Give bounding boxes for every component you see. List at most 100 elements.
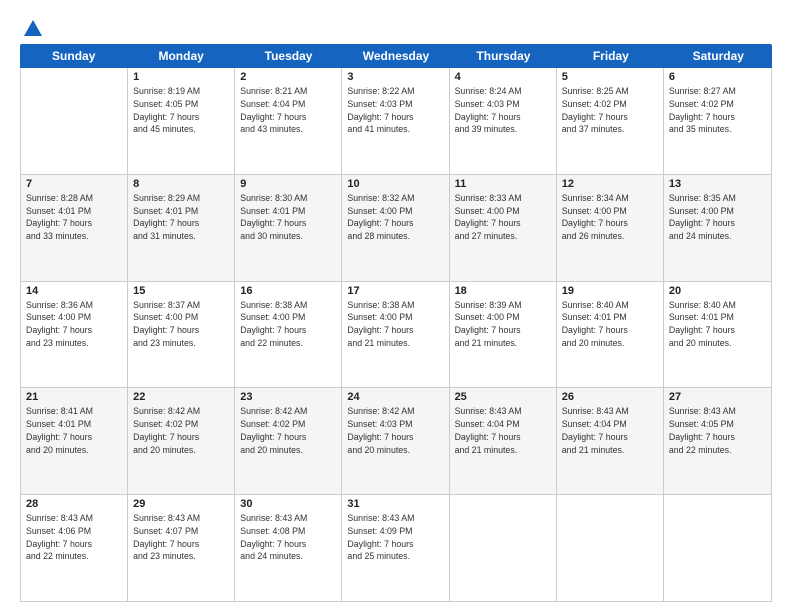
day-number: 14: [26, 285, 122, 297]
cell-info: Sunrise: 8:42 AMSunset: 4:02 PMDaylight:…: [240, 405, 336, 456]
calendar-cell: 31 Sunrise: 8:43 AMSunset: 4:09 PMDayligh…: [342, 495, 449, 601]
calendar-cell: 11Sunrise: 8:33 AMSunset: 4:00 PMDayligh…: [450, 175, 557, 281]
calendar-cell: 10 Sunrise: 8:32 AMSunset: 4:00 PMDayligh…: [342, 175, 449, 281]
day-number: 13: [669, 178, 766, 190]
day-number: 10: [347, 178, 443, 190]
calendar-cell: 18Sunrise: 8:39 AMSunset: 4:00 PMDayligh…: [450, 282, 557, 388]
day-number: 15: [133, 285, 229, 297]
calendar-cell: 29 Sunrise: 8:43 AMSunset: 4:07 PMDayligh…: [128, 495, 235, 601]
cell-info: Sunrise: 8:22 AMSunset: 4:03 PMDaylight:…: [347, 85, 443, 136]
cell-info: Sunrise: 8:43 AMSunset: 4:04 PMDaylight:…: [562, 405, 658, 456]
cell-info: Sunrise: 8:32 AMSunset: 4:00 PMDaylight:…: [347, 192, 443, 243]
logo: [20, 18, 44, 36]
weekday-header: Saturday: [665, 44, 772, 68]
cell-info: Sunrise: 8:35 AMSunset: 4:00 PMDaylight:…: [669, 192, 766, 243]
cell-info: Sunrise: 8:33 AMSunset: 4:00 PMDaylight:…: [455, 192, 551, 243]
calendar-cell: 20 Sunrise: 8:40 AMSunset: 4:01 PMDayligh…: [664, 282, 771, 388]
calendar-cell: 19 Sunrise: 8:40 AMSunset: 4:01 PMDayligh…: [557, 282, 664, 388]
day-number: 5: [562, 71, 658, 83]
day-number: 28: [26, 498, 122, 510]
day-number: 31: [347, 498, 443, 510]
calendar-cell: [557, 495, 664, 601]
header: [20, 18, 772, 36]
calendar-cell: 28 Sunrise: 8:43 AMSunset: 4:06 PMDayligh…: [21, 495, 128, 601]
cell-info: Sunrise: 8:43 AMSunset: 4:06 PMDaylight:…: [26, 512, 122, 563]
day-number: 29: [133, 498, 229, 510]
cell-info: Sunrise: 8:30 AMSunset: 4:01 PMDaylight:…: [240, 192, 336, 243]
calendar-cell: 13 Sunrise: 8:35 AMSunset: 4:00 PMDayligh…: [664, 175, 771, 281]
calendar-cell: 12Sunrise: 8:34 AMSunset: 4:00 PMDayligh…: [557, 175, 664, 281]
day-number: 18: [455, 285, 551, 297]
day-number: 17: [347, 285, 443, 297]
day-number: 9: [240, 178, 336, 190]
calendar-cell: 26 Sunrise: 8:43 AMSunset: 4:04 PMDayligh…: [557, 388, 664, 494]
calendar-cell: 24Sunrise: 8:42 AMSunset: 4:03 PMDayligh…: [342, 388, 449, 494]
calendar-cell: 25 Sunrise: 8:43 AMSunset: 4:04 PMDayligh…: [450, 388, 557, 494]
day-number: 7: [26, 178, 122, 190]
cell-info: Sunrise: 8:38 AMSunset: 4:00 PMDaylight:…: [347, 299, 443, 350]
cell-info: Sunrise: 8:42 AMSunset: 4:02 PMDaylight:…: [133, 405, 229, 456]
day-number: 20: [669, 285, 766, 297]
calendar-cell: 17 Sunrise: 8:38 AMSunset: 4:00 PMDayligh…: [342, 282, 449, 388]
day-number: 30: [240, 498, 336, 510]
day-number: 12: [562, 178, 658, 190]
cell-info: Sunrise: 8:19 AMSunset: 4:05 PMDaylight:…: [133, 85, 229, 136]
day-number: 3: [347, 71, 443, 83]
calendar-cell: 9 Sunrise: 8:30 AMSunset: 4:01 PMDaylight…: [235, 175, 342, 281]
calendar-cell: 21Sunrise: 8:41 AMSunset: 4:01 PMDayligh…: [21, 388, 128, 494]
cell-info: Sunrise: 8:25 AMSunset: 4:02 PMDaylight:…: [562, 85, 658, 136]
calendar-row: 14Sunrise: 8:36 AMSunset: 4:00 PMDayligh…: [21, 282, 771, 389]
cell-info: Sunrise: 8:43 AMSunset: 4:07 PMDaylight:…: [133, 512, 229, 563]
calendar-cell: 23 Sunrise: 8:42 AMSunset: 4:02 PMDayligh…: [235, 388, 342, 494]
cell-info: Sunrise: 8:40 AMSunset: 4:01 PMDaylight:…: [669, 299, 766, 350]
cell-info: Sunrise: 8:40 AMSunset: 4:01 PMDaylight:…: [562, 299, 658, 350]
cell-info: Sunrise: 8:43 AMSunset: 4:08 PMDaylight:…: [240, 512, 336, 563]
calendar-row: 7 Sunrise: 8:28 AMSunset: 4:01 PMDaylight…: [21, 175, 771, 282]
weekday-header: Friday: [557, 44, 664, 68]
cell-info: Sunrise: 8:28 AMSunset: 4:01 PMDaylight:…: [26, 192, 122, 243]
cell-info: Sunrise: 8:21 AMSunset: 4:04 PMDaylight:…: [240, 85, 336, 136]
cell-info: Sunrise: 8:43 AMSunset: 4:09 PMDaylight:…: [347, 512, 443, 563]
day-number: 2: [240, 71, 336, 83]
calendar-cell: 4 Sunrise: 8:24 AMSunset: 4:03 PMDaylight…: [450, 68, 557, 174]
day-number: 19: [562, 285, 658, 297]
calendar-cell: 30 Sunrise: 8:43 AMSunset: 4:08 PMDayligh…: [235, 495, 342, 601]
calendar: SundayMondayTuesdayWednesdayThursdayFrid…: [20, 44, 772, 602]
day-number: 25: [455, 391, 551, 403]
cell-info: Sunrise: 8:43 AMSunset: 4:04 PMDaylight:…: [455, 405, 551, 456]
weekday-header: Wednesday: [342, 44, 449, 68]
day-number: 26: [562, 391, 658, 403]
weekday-header: Sunday: [20, 44, 127, 68]
day-number: 27: [669, 391, 766, 403]
cell-info: Sunrise: 8:38 AMSunset: 4:00 PMDaylight:…: [240, 299, 336, 350]
calendar-cell: 8Sunrise: 8:29 AMSunset: 4:01 PMDaylight…: [128, 175, 235, 281]
calendar-cell: 27 Sunrise: 8:43 AMSunset: 4:05 PMDayligh…: [664, 388, 771, 494]
day-number: 16: [240, 285, 336, 297]
calendar-body: 1 Sunrise: 8:19 AMSunset: 4:05 PMDaylight…: [20, 68, 772, 602]
page: SundayMondayTuesdayWednesdayThursdayFrid…: [0, 0, 792, 612]
day-number: 23: [240, 391, 336, 403]
calendar-row: 1 Sunrise: 8:19 AMSunset: 4:05 PMDaylight…: [21, 68, 771, 175]
day-number: 22: [133, 391, 229, 403]
calendar-cell: 7 Sunrise: 8:28 AMSunset: 4:01 PMDaylight…: [21, 175, 128, 281]
calendar-cell: 1 Sunrise: 8:19 AMSunset: 4:05 PMDaylight…: [128, 68, 235, 174]
weekday-header: Tuesday: [235, 44, 342, 68]
cell-info: Sunrise: 8:43 AMSunset: 4:05 PMDaylight:…: [669, 405, 766, 456]
calendar-cell: [664, 495, 771, 601]
calendar-row: 21Sunrise: 8:41 AMSunset: 4:01 PMDayligh…: [21, 388, 771, 495]
calendar-cell: 3 Sunrise: 8:22 AMSunset: 4:03 PMDaylight…: [342, 68, 449, 174]
weekday-header: Thursday: [450, 44, 557, 68]
cell-info: Sunrise: 8:41 AMSunset: 4:01 PMDaylight:…: [26, 405, 122, 456]
calendar-cell: 22 Sunrise: 8:42 AMSunset: 4:02 PMDayligh…: [128, 388, 235, 494]
cell-info: Sunrise: 8:24 AMSunset: 4:03 PMDaylight:…: [455, 85, 551, 136]
day-number: 8: [133, 178, 229, 190]
calendar-cell: 15Sunrise: 8:37 AMSunset: 4:00 PMDayligh…: [128, 282, 235, 388]
cell-info: Sunrise: 8:27 AMSunset: 4:02 PMDaylight:…: [669, 85, 766, 136]
day-number: 4: [455, 71, 551, 83]
day-number: 1: [133, 71, 229, 83]
calendar-cell: 6Sunrise: 8:27 AMSunset: 4:02 PMDaylight…: [664, 68, 771, 174]
logo-icon: [22, 18, 44, 40]
calendar-header: SundayMondayTuesdayWednesdayThursdayFrid…: [20, 44, 772, 68]
calendar-cell: 16 Sunrise: 8:38 AMSunset: 4:00 PMDayligh…: [235, 282, 342, 388]
calendar-cell: [450, 495, 557, 601]
